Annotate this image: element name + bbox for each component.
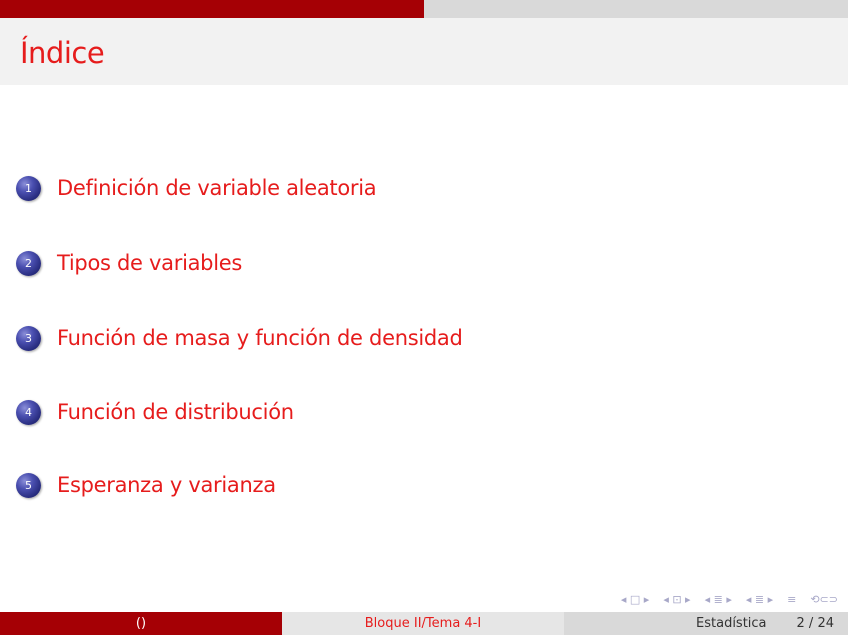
- toc-item[interactable]: 5 Esperanza y varianza: [16, 467, 276, 503]
- toc-number-ball-icon: 3: [16, 325, 41, 351]
- footer-title: Bloque II/Tema 4-I: [282, 612, 564, 635]
- toc-item-label[interactable]: Función de distribución: [57, 400, 294, 424]
- toc-item-label[interactable]: Tipos de variables: [57, 251, 242, 275]
- toc-item[interactable]: 2 Tipos de variables: [16, 245, 242, 281]
- footer-author: (): [0, 612, 282, 635]
- toc-number-ball-icon: 1: [16, 175, 41, 201]
- toc-item[interactable]: 1 Definición de variable aleatoria: [16, 170, 377, 206]
- frame-title: Índice: [20, 36, 105, 70]
- beamer-navigation-symbols: ◂ □ ▸ ◂ ⊡ ▸ ◂ ≣ ▸ ◂ ≣ ▸ ≡ ⟲⊂⊃: [621, 593, 838, 606]
- toc-item[interactable]: 4 Función de distribución: [16, 394, 294, 430]
- align-icon[interactable]: ≡: [787, 593, 796, 606]
- toc-number-ball-icon: 4: [16, 399, 41, 425]
- toc-item-label[interactable]: Definición de variable aleatoria: [57, 176, 377, 200]
- footer-page-number: 2 / 24: [796, 616, 834, 631]
- search-back-forward-icon[interactable]: ⟲⊂⊃: [810, 593, 838, 606]
- footer-right-box: Estadística 2 / 24: [564, 612, 848, 635]
- toc-number-ball-icon: 5: [16, 472, 41, 498]
- toc-number-ball-icon: 2: [16, 250, 41, 276]
- footer: () Bloque II/Tema 4-I Estadística 2 / 24: [0, 612, 848, 635]
- toc-item-label[interactable]: Función de masa y función de densidad: [57, 326, 463, 350]
- footer-course: Estadística: [696, 616, 767, 631]
- section-nav-icon[interactable]: ◂ ≣ ▸: [705, 593, 732, 606]
- subsubsection-nav-icon[interactable]: ◂ ≣ ▸: [746, 593, 773, 606]
- toc-item[interactable]: 3 Función de masa y función de densidad: [16, 320, 463, 356]
- progress-bar: [0, 0, 848, 18]
- progress-fill: [0, 0, 424, 18]
- subsection-nav-icon[interactable]: ◂ ⊡ ▸: [663, 593, 690, 606]
- frame-title-bar: [0, 18, 848, 85]
- toc-item-label[interactable]: Esperanza y varianza: [57, 473, 276, 497]
- frame-nav-icon[interactable]: ◂ □ ▸: [621, 593, 649, 606]
